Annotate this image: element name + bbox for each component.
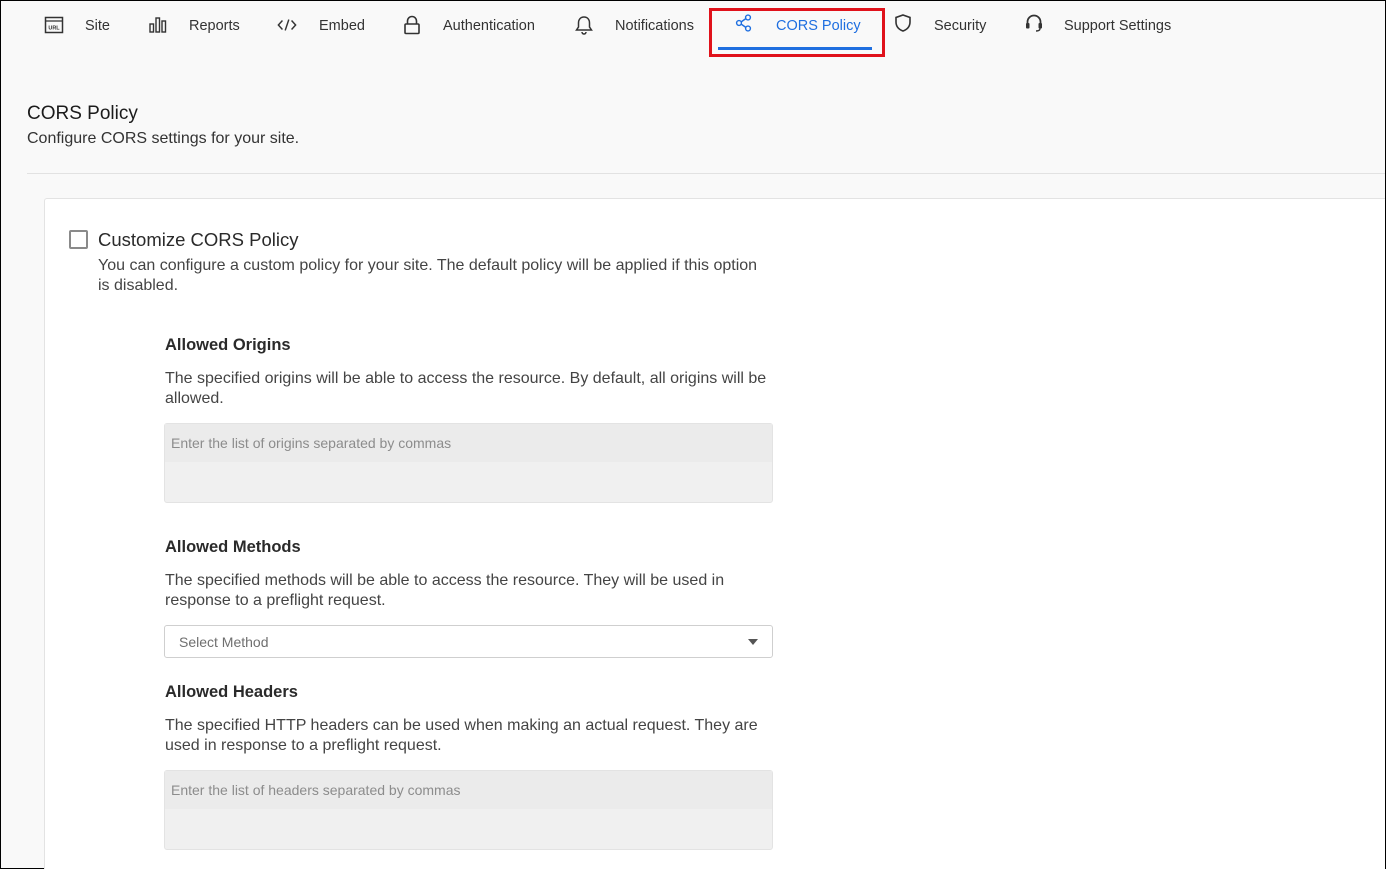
- tab-cors-policy[interactable]: CORS Policy: [718, 1, 872, 53]
- allowed-origins-title: Allowed Origins: [165, 336, 291, 354]
- allowed-headers-title: Allowed Headers: [165, 683, 298, 701]
- bar-chart-icon: [148, 15, 168, 35]
- svg-text:URL: URL: [48, 26, 60, 32]
- cors-settings-card: [44, 198, 1385, 869]
- allowed-methods-description: The specified methods will be able to ac…: [165, 572, 725, 609]
- tab-notifications-label: Notifications: [615, 18, 694, 34]
- page-subtitle: Configure CORS settings for your site.: [27, 130, 300, 147]
- headset-icon: [1024, 13, 1044, 33]
- tab-cors-policy-label: CORS Policy: [776, 18, 861, 34]
- tab-security[interactable]: Security: [893, 1, 998, 53]
- header-divider: [27, 173, 1385, 174]
- allowed-headers-description: The specified HTTP headers can be used w…: [165, 717, 758, 754]
- page-title: CORS Policy: [27, 103, 138, 124]
- tab-authentication-label: Authentication: [443, 18, 535, 34]
- allowed-origins-input[interactable]: Enter the list of origins separated by c…: [164, 423, 773, 503]
- tab-reports[interactable]: Reports: [147, 1, 247, 53]
- url-icon: URL: [44, 15, 64, 35]
- shield-icon: [893, 13, 913, 33]
- tab-support-settings[interactable]: Support Settings: [1023, 1, 1183, 53]
- allowed-origins-placeholder: Enter the list of origins separated by c…: [171, 435, 452, 451]
- allowed-methods-select[interactable]: Select Method: [164, 625, 773, 658]
- settings-tab-bar: URL Site Reports Embed Authentication No…: [1, 1, 1385, 61]
- tab-authentication[interactable]: Authentication: [401, 1, 546, 53]
- allowed-headers-input[interactable]: Enter the list of headers separated by c…: [164, 770, 773, 850]
- active-tab-indicator: [718, 47, 872, 50]
- share-nodes-icon: [734, 13, 754, 33]
- tab-support-settings-label: Support Settings: [1064, 18, 1172, 34]
- tab-embed[interactable]: Embed: [276, 1, 371, 53]
- allowed-methods-placeholder: Select Method: [179, 634, 269, 650]
- customize-cors-label[interactable]: Customize CORS Policy: [98, 229, 298, 251]
- allowed-origins-description: The specified origins will be able to ac…: [165, 370, 767, 407]
- customize-cors-description: You can configure a custom policy for yo…: [98, 257, 758, 294]
- allowed-headers-placeholder: Enter the list of headers separated by c…: [171, 782, 461, 798]
- allowed-methods-title: Allowed Methods: [165, 538, 301, 556]
- customize-cors-checkbox[interactable]: [69, 230, 88, 249]
- tab-site[interactable]: URL Site: [41, 1, 121, 53]
- caret-down-icon: [748, 639, 758, 645]
- tab-embed-label: Embed: [319, 18, 365, 34]
- tab-notifications[interactable]: Notifications: [574, 1, 704, 53]
- tab-reports-label: Reports: [189, 18, 240, 34]
- bell-icon: [574, 15, 594, 35]
- tab-security-label: Security: [934, 18, 987, 34]
- lock-icon: [402, 15, 422, 35]
- tab-site-label: Site: [85, 18, 110, 34]
- code-icon: [277, 15, 297, 35]
